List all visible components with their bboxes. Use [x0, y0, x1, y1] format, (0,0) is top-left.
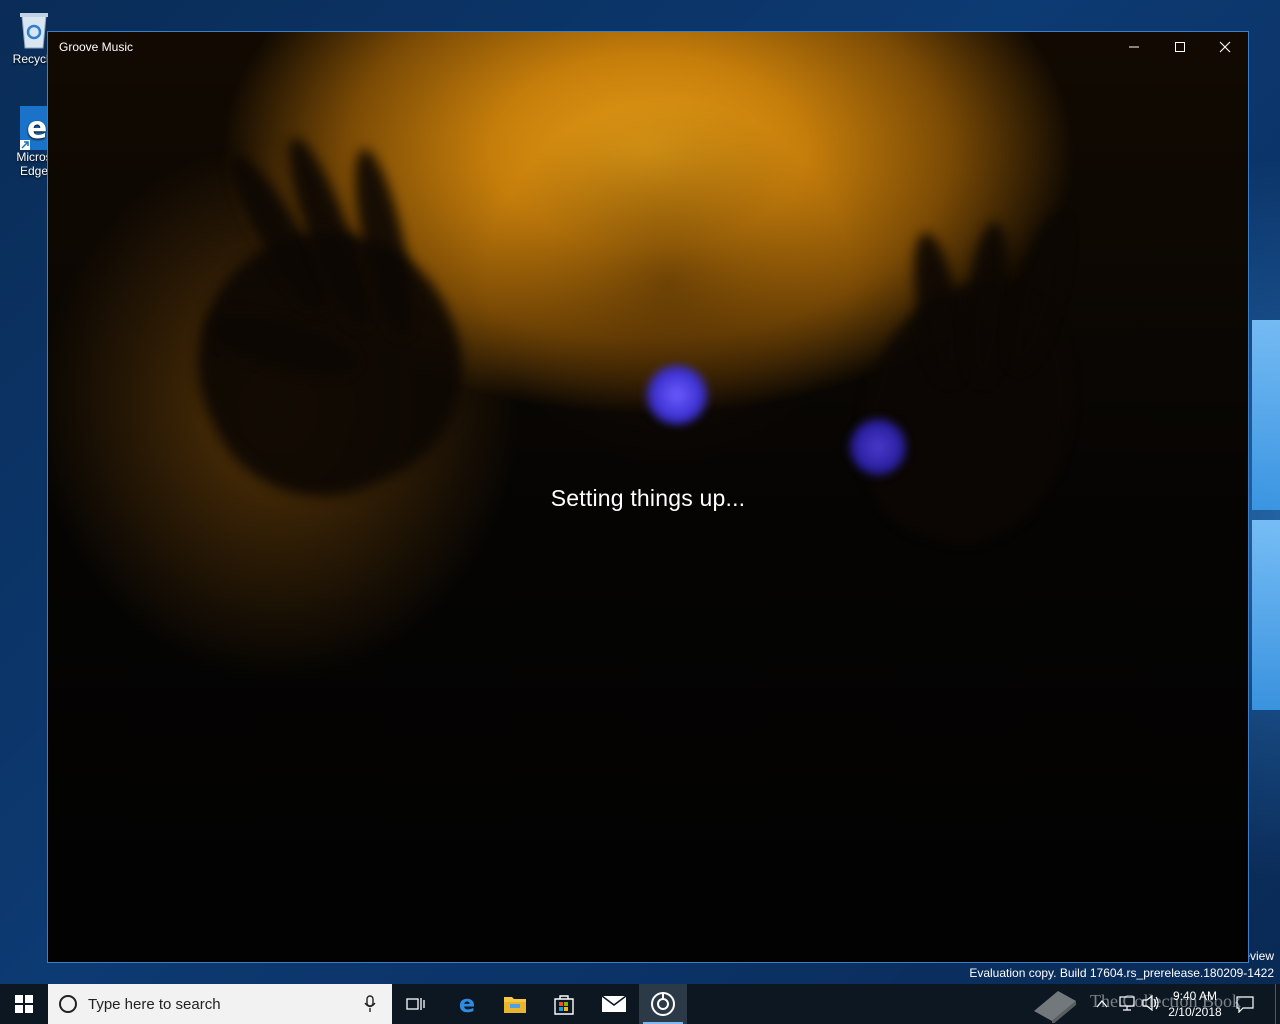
clock-time: 9:40 AM	[1172, 989, 1218, 1003]
microphone-icon[interactable]	[363, 995, 377, 1013]
setup-status-text: Setting things up...	[550, 485, 746, 511]
groove-music-window[interactable]: Groove Music Setting things up...	[47, 31, 1249, 963]
watermark-line: Evaluation copy. Build 17604.rs_prerelea…	[969, 966, 1274, 980]
taskbar-edge-button[interactable]: e	[443, 984, 491, 1024]
file-explorer-icon	[504, 997, 526, 1013]
windows-logo-pane	[1252, 520, 1280, 710]
edge-icon: e	[459, 992, 475, 1016]
start-button[interactable]	[0, 984, 48, 1024]
network-button[interactable]	[1118, 995, 1136, 1015]
windows-start-icon	[15, 995, 33, 1013]
mail-icon	[601, 995, 627, 1012]
close-icon	[1219, 41, 1231, 53]
clock[interactable]: 9:40 AM 2/10/2018	[1160, 988, 1230, 1020]
action-center-button[interactable]	[1236, 995, 1254, 1017]
groove-music-icon	[651, 992, 675, 1016]
taskbar-groove-music-button[interactable]	[639, 984, 687, 1024]
search-box[interactable]: Type here to search	[48, 984, 392, 1024]
store-icon	[554, 995, 574, 1015]
lens-flare	[644, 364, 710, 426]
volume-button[interactable]	[1142, 994, 1160, 1015]
task-view-button[interactable]	[392, 984, 440, 1024]
chevron-up-icon	[1096, 999, 1108, 1008]
network-icon	[1119, 996, 1135, 1011]
taskbar-mail-button[interactable]	[590, 984, 638, 1024]
minimize-icon	[1129, 46, 1139, 48]
minimize-button[interactable]	[1111, 32, 1157, 62]
clock-date: 2/10/2018	[1168, 1005, 1222, 1019]
window-title: Groove Music	[59, 40, 134, 54]
maximize-button[interactable]	[1157, 32, 1203, 62]
task-view-icon	[406, 998, 425, 1010]
svg-text:e: e	[459, 992, 475, 1016]
taskbar: Type here to search e The Collection Boo…	[0, 984, 1280, 1024]
lens-flare	[848, 417, 908, 477]
window-title-bar[interactable]: Groove Music	[48, 32, 1248, 62]
show-desktop-button[interactable]	[1275, 984, 1280, 1024]
windows-logo-pane	[1252, 320, 1280, 510]
taskbar-store-button[interactable]	[540, 984, 588, 1024]
close-button[interactable]	[1202, 32, 1248, 62]
notification-icon	[1236, 996, 1254, 1014]
maximize-icon	[1175, 42, 1185, 52]
show-hidden-icons-button[interactable]	[1095, 996, 1109, 1015]
search-placeholder: Type here to search	[88, 996, 221, 1013]
cortana-icon	[59, 995, 77, 1013]
taskbar-file-explorer-button[interactable]	[491, 984, 539, 1024]
volume-icon	[1142, 994, 1159, 1012]
